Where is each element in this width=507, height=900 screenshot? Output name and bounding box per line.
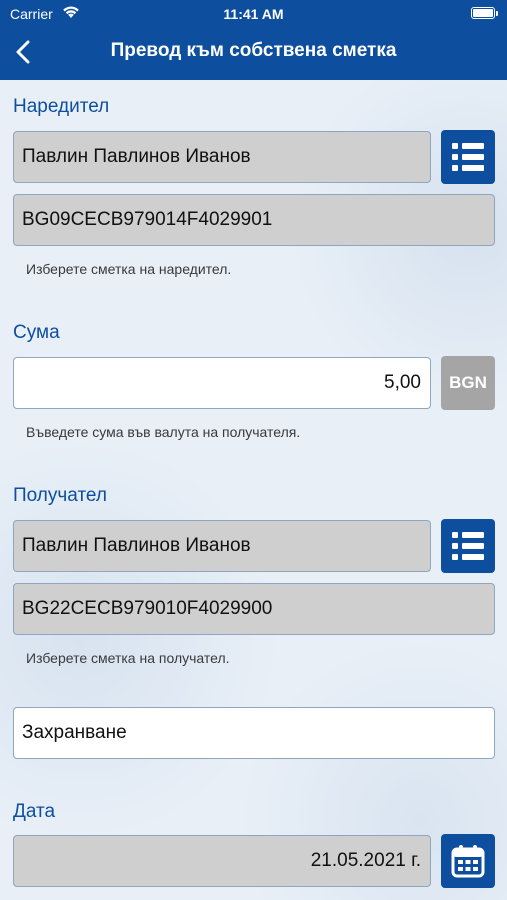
page-title: Превод към собствена сметка <box>110 40 397 61</box>
recipient-iban-field[interactable]: BG22CECB979010F4029900 <box>13 583 495 635</box>
sender-list-button[interactable] <box>441 130 495 184</box>
sender-iban-field[interactable]: BG09CECB979014F4029901 <box>13 194 495 246</box>
sender-hint: Изберете сметка на наредител. <box>26 261 232 277</box>
calendar-icon <box>451 845 485 878</box>
date-label: Дата <box>13 801 56 822</box>
status-bar: Carrier 11:41 AM <box>0 0 507 28</box>
sender-label: Наредител <box>13 96 110 117</box>
recipient-label: Получател <box>13 485 107 506</box>
list-icon <box>452 532 484 560</box>
amount-label: Сума <box>13 322 60 343</box>
calendar-button[interactable] <box>441 834 495 888</box>
sender-name-field[interactable]: Павлин Павлинов Иванов <box>13 131 431 183</box>
amount-hint: Въведете сума във валута на получателя. <box>26 424 301 440</box>
description-input[interactable]: Захранване <box>13 707 495 759</box>
currency-button[interactable]: BGN <box>441 356 495 410</box>
top-bar: Carrier 11:41 AM Превод към собствена см… <box>0 0 507 80</box>
clock: 11:41 AM <box>223 6 284 22</box>
recipient-name-field[interactable]: Павлин Павлинов Иванов <box>13 520 431 572</box>
recipient-hint: Изберете сметка на получател. <box>26 650 230 666</box>
battery-icon <box>471 7 498 19</box>
recipient-list-button[interactable] <box>441 519 495 573</box>
date-field[interactable]: 21.05.2021 г. <box>13 835 431 887</box>
amount-input[interactable]: 5,00 <box>13 357 431 409</box>
list-icon <box>452 143 484 171</box>
